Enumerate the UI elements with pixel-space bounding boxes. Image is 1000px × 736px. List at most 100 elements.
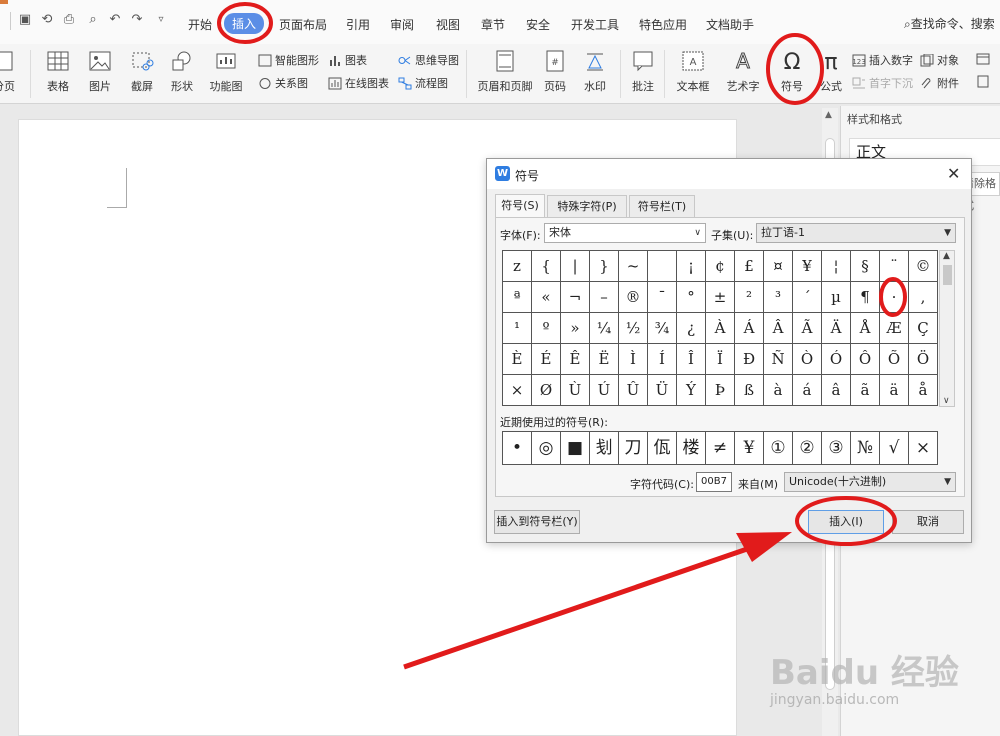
encoding-select[interactable]: Unicode(十六进制) ▼ — [784, 472, 956, 492]
tab-start[interactable]: 开始 — [188, 16, 212, 33]
recent-symbol-cell[interactable]: ② — [793, 432, 822, 465]
recent-symbol-cell[interactable]: 刀 — [619, 432, 648, 465]
symbol-cell[interactable]: Ä — [822, 313, 851, 344]
symbol-cell[interactable]: Ì — [619, 344, 648, 375]
quick-access-dropdown-icon[interactable]: ▿ — [154, 13, 168, 27]
symbol-cell[interactable]: ¾ — [648, 313, 677, 344]
watermark-button[interactable]: 水印 — [578, 50, 612, 94]
symbol-cell[interactable]: à — [764, 375, 793, 406]
cancel-button[interactable]: 取消 — [892, 510, 964, 534]
dialog-title-bar[interactable]: W 符号 ✕ — [487, 159, 971, 189]
tab-page-layout[interactable]: 页面布局 — [279, 16, 327, 33]
symbol-cell[interactable]: Ô — [851, 344, 880, 375]
symbol-cell[interactable]: © — [909, 251, 938, 282]
symbol-cell[interactable]: â — [822, 375, 851, 406]
recent-symbol-cell[interactable]: ◎ — [532, 432, 561, 465]
search-command[interactable]: ⌕查找命令、搜索 — [904, 15, 995, 32]
tab-developer[interactable]: 开发工具 — [571, 16, 619, 33]
symbol-cell[interactable]: å — [909, 375, 938, 406]
scroll-up-icon[interactable]: ▲ — [943, 251, 950, 261]
symbol-cell[interactable]: ² — [735, 282, 764, 313]
document-part-button[interactable] — [976, 75, 993, 88]
symbol-cell[interactable]: ª — [503, 282, 532, 313]
symbol-cell[interactable]: Ú — [590, 375, 619, 406]
tab-special-chars[interactable]: 特殊字符(P) — [547, 195, 627, 217]
smart-shape-button[interactable]: 智能图形 — [258, 52, 319, 68]
symbol-cell[interactable]: ¯ — [648, 282, 677, 313]
tab-view[interactable]: 视图 — [436, 16, 460, 33]
tab-insert[interactable]: 插入 — [224, 13, 265, 34]
symbol-cell[interactable]: Ï — [706, 344, 735, 375]
chart-button[interactable]: 图表 — [328, 52, 367, 68]
symbol-cell[interactable]: Ó — [822, 344, 851, 375]
tab-chapter[interactable]: 章节 — [481, 16, 505, 33]
recent-symbol-cell[interactable]: 刬 — [590, 432, 619, 465]
symbol-cell[interactable]: ½ — [619, 313, 648, 344]
symbol-cell[interactable]: Æ — [880, 313, 909, 344]
symbol-cell[interactable]: } — [590, 251, 619, 282]
symbol-button[interactable]: Ω 符号 — [774, 50, 810, 94]
symbol-cell[interactable]: ¼ — [590, 313, 619, 344]
symbol-cell[interactable]: Î — [677, 344, 706, 375]
symbol-cell[interactable]: º — [532, 313, 561, 344]
symbol-cell[interactable]: Ö — [909, 344, 938, 375]
symbol-cell[interactable]: ß — [735, 375, 764, 406]
symbol-cell[interactable]: – — [590, 282, 619, 313]
undo-history-icon[interactable]: ⟲ — [40, 13, 54, 27]
symbol-cell[interactable]: ³ — [764, 282, 793, 313]
recent-symbol-cell[interactable]: ■ — [561, 432, 590, 465]
undo-icon[interactable]: ↶ — [108, 13, 122, 27]
recent-symbol-cell[interactable]: 楼 — [677, 432, 706, 465]
flowchart-button[interactable]: 流程图 — [398, 75, 448, 91]
symbol-cell[interactable]: Ñ — [764, 344, 793, 375]
symbol-cell[interactable]: Ò — [793, 344, 822, 375]
symbol-cell[interactable]: Ý — [677, 375, 706, 406]
symbol-grid-scrollbar[interactable]: ▲ ∨ — [939, 250, 955, 407]
function-chart-button[interactable]: 功能图 — [206, 50, 246, 94]
symbol-cell[interactable]: | — [561, 251, 590, 282]
formula-button[interactable]: π 公式 — [816, 50, 846, 94]
comment-button[interactable]: 批注 — [626, 50, 660, 94]
symbol-cell[interactable]: Ù — [561, 375, 590, 406]
symbol-cell[interactable]: { — [532, 251, 561, 282]
recent-symbol-cell[interactable]: ① — [764, 432, 793, 465]
symbol-cell[interactable]: Í — [648, 344, 677, 375]
symbol-cell[interactable]: ¥ — [793, 251, 822, 282]
symbol-cell[interactable]: ´ — [793, 282, 822, 313]
symbol-cell[interactable]: Ê — [561, 344, 590, 375]
symbol-cell[interactable]: ã — [851, 375, 880, 406]
page-break-button[interactable]: 分页 — [0, 50, 22, 94]
page-number-button[interactable]: # 页码 — [538, 50, 572, 94]
tab-doc-assistant[interactable]: 文档助手 — [706, 16, 754, 33]
symbol-cell[interactable]: È — [503, 344, 532, 375]
table-button[interactable]: 表格 — [40, 50, 76, 94]
insert-button[interactable]: 插入(I) — [808, 510, 884, 534]
recent-symbol-cell[interactable]: 佤 — [648, 432, 677, 465]
symbol-cell[interactable]: µ — [822, 282, 851, 313]
symbol-cell[interactable]: Ç — [909, 313, 938, 344]
symbol-cell[interactable]: ¶ — [851, 282, 880, 313]
online-chart-button[interactable]: 在线图表 — [328, 75, 389, 91]
recent-symbol-cell[interactable]: × — [909, 432, 938, 465]
symbol-cell[interactable]: ¡ — [677, 251, 706, 282]
picture-button[interactable]: 图片 — [82, 50, 118, 94]
symbol-cell[interactable]: z — [503, 251, 532, 282]
insert-to-symbol-bar-button[interactable]: 插入到符号栏(Y) — [494, 510, 580, 534]
symbol-cell[interactable]: ° — [677, 282, 706, 313]
date-button[interactable] — [976, 52, 993, 65]
art-text-button[interactable]: A 艺术字 — [720, 50, 766, 94]
tab-security[interactable]: 安全 — [526, 16, 550, 33]
symbol-cell[interactable]: × — [503, 375, 532, 406]
symbol-cell[interactable]: Ð — [735, 344, 764, 375]
symbol-cell[interactable]: ® — [619, 282, 648, 313]
recent-symbol-cell[interactable]: ③ — [822, 432, 851, 465]
symbol-cell[interactable]: Å — [851, 313, 880, 344]
symbol-cell[interactable]: Þ — [706, 375, 735, 406]
symbol-cell[interactable]: Ë — [590, 344, 619, 375]
screenshot-button[interactable]: 截屏 — [124, 50, 160, 94]
styles-panel-title[interactable]: 样式和格式 — [847, 111, 902, 127]
symbol-grid-scroll-thumb[interactable] — [943, 265, 952, 285]
symbol-cell[interactable]: ¿ — [677, 313, 706, 344]
symbol-cell[interactable]: ~ — [619, 251, 648, 282]
symbol-cell[interactable]: Û — [619, 375, 648, 406]
